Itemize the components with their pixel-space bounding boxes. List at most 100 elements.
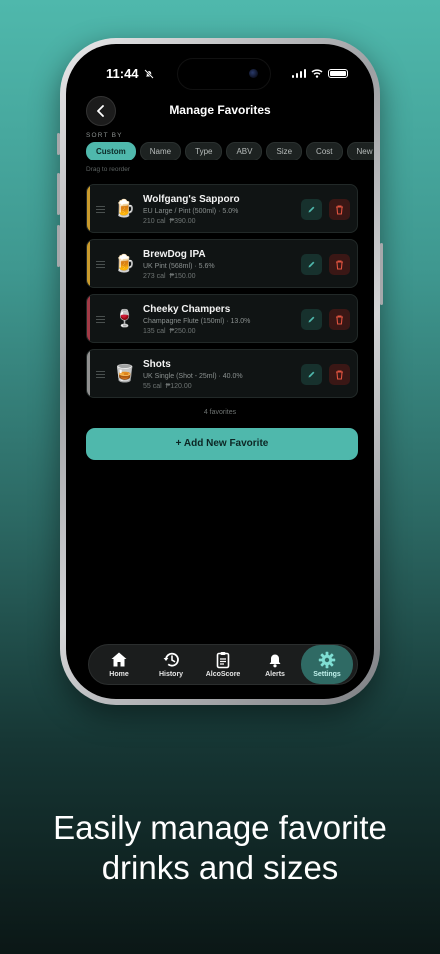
favorite-name: Shots	[143, 359, 171, 370]
sort-options: Custom Name Type ABV Size Cost New	[86, 142, 374, 160]
tab-alcoscore[interactable]: AlcoScore	[197, 645, 249, 684]
card-accent-bar	[87, 240, 90, 287]
action-button	[57, 133, 60, 155]
favorite-calories: 210 cal	[143, 218, 166, 225]
pencil-icon	[308, 371, 315, 378]
sort-chip-type[interactable]: Type	[185, 142, 223, 160]
sort-chip-custom[interactable]: Custom	[86, 142, 136, 160]
favorite-detail: EU Large / Pint (500ml) · 5.0%	[143, 208, 239, 215]
app-screen: 11:44 Manage Favorites SORT BY Custom Na…	[66, 44, 374, 699]
favorite-card[interactable]: 🍺 Wolfgang's Sapporo EU Large / Pint (50…	[86, 184, 358, 233]
home-icon	[111, 652, 127, 667]
sort-chip-name[interactable]: Name	[139, 142, 182, 160]
tab-label: Home	[109, 671, 129, 678]
sort-chip-new[interactable]: New	[346, 142, 374, 160]
cellular-signal-icon	[291, 68, 306, 78]
tab-label: History	[158, 671, 184, 678]
favorite-price: ₱250.00	[169, 328, 196, 335]
favorite-meta: 135 cal ₱250.00	[143, 328, 196, 335]
edit-button[interactable]	[301, 254, 322, 275]
wifi-icon	[311, 68, 323, 78]
status-time-text: 11:44	[106, 66, 139, 81]
favorite-detail: UK Single (Shot - 25ml) · 40.0%	[143, 373, 243, 380]
edit-button[interactable]	[301, 199, 322, 220]
favorite-calories: 55 cal	[143, 383, 162, 390]
favorite-card[interactable]: 🍺 BrewDog IPA UK Pint (568ml) · 5.6% 273…	[86, 239, 358, 288]
volume-down-button	[57, 225, 60, 267]
favorite-price: ₱390.00	[169, 218, 196, 225]
sort-by-label: SORT BY	[86, 132, 123, 139]
favorite-detail: Champagne Flute (150ml) · 13.0%	[143, 318, 251, 325]
pencil-icon	[308, 316, 315, 323]
tab-label: Alerts	[265, 671, 285, 678]
card-accent-bar	[87, 185, 90, 232]
favorite-price: ₱120.00	[165, 383, 192, 390]
delete-button[interactable]	[329, 364, 350, 385]
edit-button[interactable]	[301, 309, 322, 330]
clipboard-icon	[216, 652, 230, 669]
drag-handle-icon[interactable]	[96, 316, 105, 325]
volume-up-button	[57, 173, 60, 215]
favorite-price: ₱150.00	[169, 273, 196, 280]
favorite-meta: 210 cal ₱390.00	[143, 218, 196, 225]
drag-handle-icon[interactable]	[96, 371, 105, 380]
bottom-tab-bar: Home History AlcoScore Alerts Settings	[88, 644, 358, 685]
tab-history[interactable]: History	[145, 645, 197, 684]
favorite-name: Wolfgang's Sapporo	[143, 194, 240, 205]
sort-chip-size[interactable]: Size	[266, 142, 303, 160]
page-title: Manage Favorites	[169, 103, 271, 117]
history-icon	[163, 652, 179, 667]
drag-hint: Drag to reorder	[86, 166, 131, 173]
favorites-count: 4 favorites	[203, 409, 237, 416]
battery-icon	[328, 68, 348, 78]
trash-icon	[336, 259, 343, 270]
favorite-calories: 135 cal	[143, 328, 166, 335]
card-accent-bar	[87, 350, 90, 397]
silent-bell-icon	[144, 69, 154, 79]
status-time: 11:44	[106, 66, 154, 81]
drag-handle-icon[interactable]	[96, 261, 105, 270]
tab-label: Settings	[313, 671, 341, 678]
beer-mug-icon: 🍺	[114, 199, 136, 218]
favorite-meta: 273 cal ₱150.00	[143, 273, 196, 280]
wine-glass-icon: 🍷	[114, 309, 136, 328]
card-accent-bar	[87, 295, 90, 342]
beer-mug-icon: 🍺	[114, 254, 136, 273]
sort-chip-cost[interactable]: Cost	[306, 142, 343, 160]
trash-icon	[336, 314, 343, 325]
tab-label: AlcoScore	[205, 671, 241, 678]
favorite-card[interactable]: 🍷 Cheeky Champers Champagne Flute (150ml…	[86, 294, 358, 343]
whisky-tumbler-icon: 🥃	[114, 364, 136, 383]
tab-alerts[interactable]: Alerts	[249, 645, 301, 684]
pencil-icon	[308, 206, 315, 213]
promo-caption: Easily manage favorite drinks and sizes	[0, 808, 440, 888]
favorite-card[interactable]: 🥃 Shots UK Single (Shot - 25ml) · 40.0% …	[86, 349, 358, 398]
favorite-name: BrewDog IPA	[143, 249, 206, 260]
favorite-calories: 273 cal	[143, 273, 166, 280]
gear-icon	[318, 651, 336, 669]
tab-settings[interactable]: Settings	[301, 645, 353, 684]
delete-button[interactable]	[329, 254, 350, 275]
sort-chip-abv[interactable]: ABV	[226, 142, 263, 160]
add-favorite-button[interactable]: + Add New Favorite	[86, 428, 358, 460]
pencil-icon	[308, 261, 315, 268]
front-camera	[249, 69, 258, 78]
status-indicators	[291, 68, 348, 78]
favorites-list: 🍺 Wolfgang's Sapporo EU Large / Pint (50…	[86, 184, 358, 404]
favorite-name: Cheeky Champers	[143, 304, 231, 315]
trash-icon	[336, 204, 343, 215]
phone-frame: 11:44 Manage Favorites SORT BY Custom Na…	[57, 38, 383, 705]
drag-handle-icon[interactable]	[96, 206, 105, 215]
dynamic-island	[177, 58, 271, 90]
tab-home[interactable]: Home	[93, 645, 145, 684]
trash-icon	[336, 369, 343, 380]
power-button	[380, 243, 383, 305]
favorite-meta: 55 cal ₱120.00	[143, 383, 192, 390]
bell-icon	[269, 654, 281, 668]
favorite-detail: UK Pint (568ml) · 5.6%	[143, 263, 215, 270]
caption-line-1: Easily manage favorite	[53, 809, 387, 846]
delete-button[interactable]	[329, 199, 350, 220]
edit-button[interactable]	[301, 364, 322, 385]
caption-line-2: drinks and sizes	[101, 849, 339, 886]
delete-button[interactable]	[329, 309, 350, 330]
